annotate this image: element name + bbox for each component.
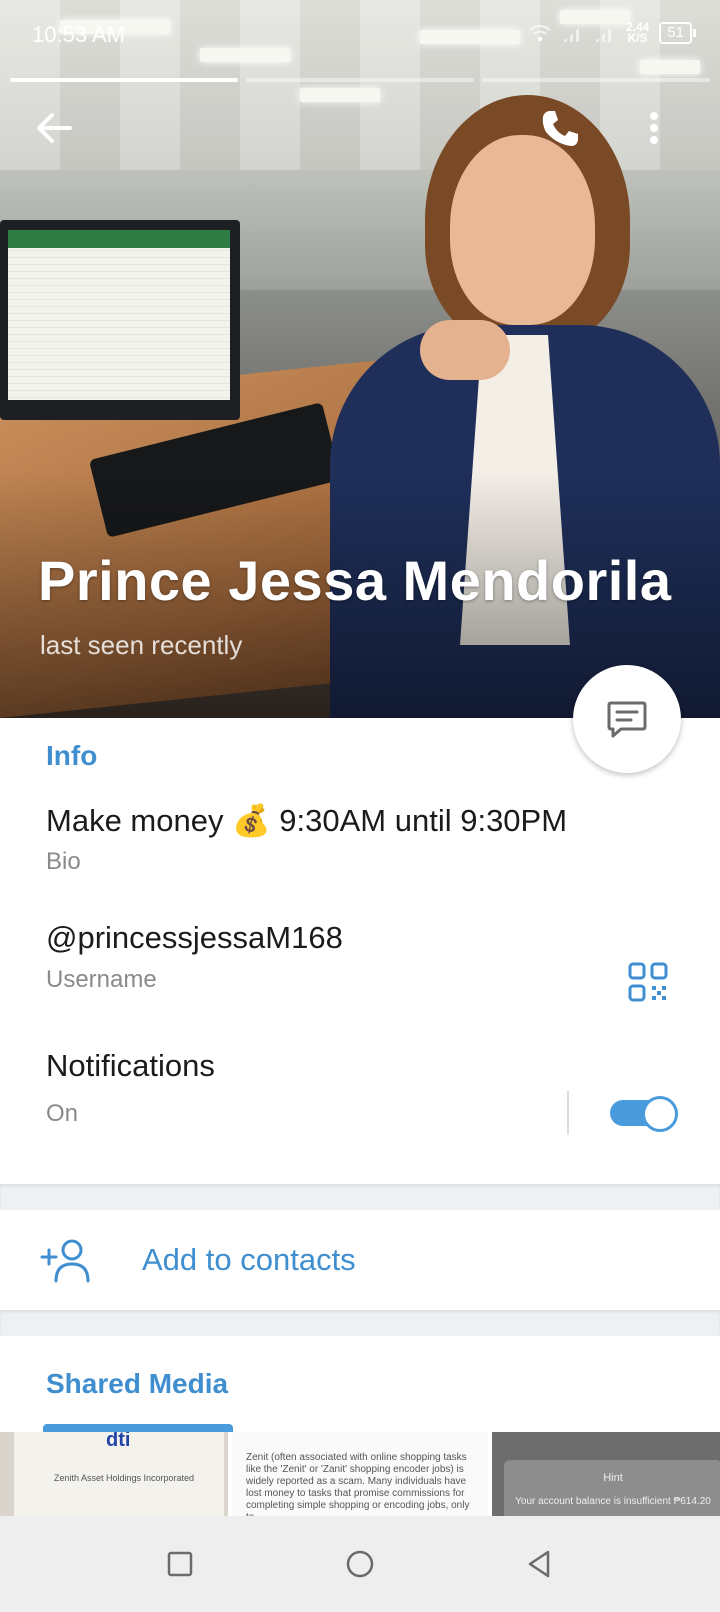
back-button[interactable] xyxy=(30,104,78,152)
thumbnail-text: Zenit (often associated with online shop… xyxy=(246,1452,470,1516)
photo-progress-segment xyxy=(246,78,474,82)
add-to-contacts-label: Add to contacts xyxy=(142,1242,356,1277)
battery-icon: 51 xyxy=(659,22,696,44)
profile-name: Prince Jessa Mendorila xyxy=(38,549,672,612)
media-thumbnail[interactable]: dti Zenith Asset Holdings Incorporated xyxy=(0,1432,228,1516)
net-speed: 2.44 K/S xyxy=(626,21,649,45)
toggle-knob xyxy=(642,1096,678,1132)
section-divider xyxy=(0,1310,720,1336)
back-arrow-icon xyxy=(37,113,72,143)
shared-media-tab-indicator xyxy=(43,1424,233,1432)
add-user-icon xyxy=(40,1239,90,1283)
more-vert-icon xyxy=(650,112,658,144)
photo-progress-segment xyxy=(10,78,238,82)
message-icon xyxy=(607,701,647,738)
bio-label: Bio xyxy=(46,848,81,875)
media-thumbnail[interactable]: Hint Your account balance is insufficien… xyxy=(492,1432,720,1516)
nav-back-icon[interactable] xyxy=(522,1546,558,1582)
battery-level: 51 xyxy=(667,24,684,41)
status-bar: 10:53 AM 2.44 K/S 51 xyxy=(0,0,720,72)
nav-home-icon[interactable] xyxy=(342,1546,378,1582)
tab-shared-media[interactable]: Shared Media xyxy=(46,1368,228,1400)
wifi-icon xyxy=(529,25,551,42)
section-divider xyxy=(0,1184,720,1210)
nav-recent-icon[interactable] xyxy=(162,1546,198,1582)
username-label: Username xyxy=(46,966,157,993)
thumbnail-dialog: Hint Your account balance is insufficien… xyxy=(504,1460,720,1516)
signal-icon-1 xyxy=(561,24,584,42)
thumbnail-dialog-title: Hint xyxy=(603,1472,623,1484)
net-speed-unit: K/S xyxy=(627,31,648,45)
info-section-title: Info xyxy=(46,740,98,771)
bio-text[interactable]: Make money 💰 9:30AM until 9:30PM xyxy=(46,802,567,839)
notifications-divider xyxy=(567,1091,569,1135)
notifications-value: On xyxy=(46,1100,79,1127)
system-nav-bar xyxy=(0,1516,720,1612)
thumbnail-logo: dti xyxy=(106,1432,131,1451)
photo-progress-segment xyxy=(482,78,710,82)
thumbnail-dialog-text: Your account balance is insufficient ₱61… xyxy=(515,1496,711,1507)
photo-monitor xyxy=(0,220,240,420)
signal-icon-2 xyxy=(593,24,616,42)
status-icons: 2.44 K/S 51 xyxy=(528,21,696,45)
username-text[interactable]: @princessjessaM168 xyxy=(46,920,343,956)
thumbnail-document: dti Zenith Asset Holdings Incorporated xyxy=(14,1432,224,1516)
more-options-button[interactable] xyxy=(630,104,678,152)
profile-status: last seen recently xyxy=(40,630,243,660)
status-time: 10:53 AM xyxy=(32,22,125,47)
qr-code-icon[interactable] xyxy=(628,962,668,1002)
call-button[interactable] xyxy=(536,104,584,152)
media-thumbnail[interactable]: Zenit (often associated with online shop… xyxy=(232,1432,488,1516)
notifications-toggle[interactable] xyxy=(610,1096,678,1132)
thumbnail-caption: Zenith Asset Holdings Incorporated xyxy=(53,1473,195,1483)
phone-icon xyxy=(542,111,578,146)
notifications-title[interactable]: Notifications xyxy=(46,1048,215,1084)
send-message-button[interactable] xyxy=(573,665,681,773)
add-to-contacts-button[interactable]: Add to contacts xyxy=(0,1210,720,1310)
photo-progress xyxy=(10,78,710,82)
shared-media-grid: dti Zenith Asset Holdings Incorporated Z… xyxy=(0,1432,720,1516)
